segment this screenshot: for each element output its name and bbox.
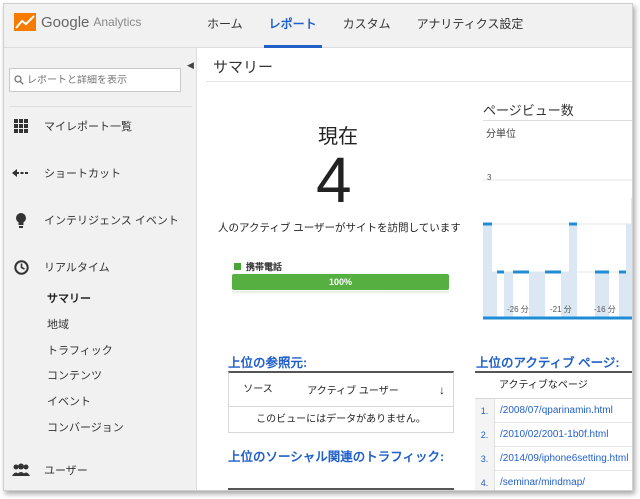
referrals-header: ソース アクティブ ユーザー ↓ <box>229 373 453 407</box>
col-active-page[interactable]: アクティブなページ <box>475 373 632 399</box>
pageviews-chart[interactable]: 3 2 1 -26 分 -21 分 -16 分 <box>483 168 632 328</box>
pageviews-title: ページビュー数 <box>483 103 574 118</box>
google-analytics-logo[interactable]: Google Analytics <box>14 13 141 31</box>
sidebar-item-intelligence[interactable]: インテリジェンス イベント <box>4 208 196 232</box>
app-window: Google Analytics ホーム レポート カスタム アナリティクス設定… <box>3 3 633 491</box>
active-users-description: 人のアクティブ ユーザーがサイトを訪問しています <box>218 222 461 234</box>
main-content: サマリー 現在 4 人のアクティブ ユーザーがサイトを訪問しています 携帯電話 … <box>198 48 632 490</box>
search-input[interactable] <box>27 74 177 86</box>
sidebar-item-label: ユーザー <box>44 465 88 477</box>
x-tick-21: -21 分 <box>550 305 572 314</box>
grid-icon <box>12 118 30 134</box>
social-table-rule <box>228 488 454 490</box>
device-percent-bar[interactable]: 100% <box>232 274 449 290</box>
main-nav: ホーム レポート カスタム アナリティクス設定 <box>194 4 536 48</box>
sidebar-sub-conversions[interactable]: コンバージョン <box>47 419 124 437</box>
sidebar: ◀ マイレポート一覧 ショートカット インテリジェンス イベント <box>4 48 197 490</box>
col-active-users[interactable]: アクティブ ユーザー <box>275 382 431 397</box>
title-divider <box>206 81 632 82</box>
sidebar-divider <box>9 106 192 107</box>
x-tick-16: -16 分 <box>594 305 616 314</box>
row-number: 1. <box>475 398 495 423</box>
sidebar-item-shortcuts[interactable]: ショートカット <box>4 161 196 185</box>
lightbulb-icon <box>12 212 30 228</box>
sidebar-sub-traffic[interactable]: トラフィック <box>47 342 113 360</box>
nav-reports[interactable]: レポート <box>256 4 330 48</box>
pageviews-area <box>483 198 632 318</box>
social-title: 上位のソーシャル関連のトラフィック: <box>228 450 445 464</box>
analytics-logo-icon <box>14 13 36 31</box>
logo-text-google: Google <box>41 13 90 31</box>
search-icon <box>14 75 24 85</box>
sidebar-sub-events[interactable]: イベント <box>47 393 91 411</box>
table-row: 2. /2010/02/2001-1b0f.html <box>475 422 632 447</box>
sidebar-sub-content[interactable]: コンテンツ <box>47 367 102 385</box>
page-title: サマリー <box>213 59 274 76</box>
sidebar-item-my-reports[interactable]: マイレポート一覧 <box>4 114 196 138</box>
sort-arrow-icon[interactable]: ↓ <box>431 383 453 397</box>
referrals-title: 上位の参照元: <box>228 356 308 370</box>
table-row: 1. /2008/07/qparinamin.html <box>475 398 632 423</box>
device-legend: 携帯電話 <box>234 260 282 273</box>
sidebar-item-label: マイレポート一覧 <box>44 121 132 133</box>
users-icon <box>12 462 30 478</box>
table-row: 4. /seminar/mindmap/ <box>475 470 632 490</box>
row-number: 3. <box>475 446 495 471</box>
row-number: 4. <box>475 470 495 490</box>
table-row: 3. /2014/09/iphone6setting.html <box>475 446 632 471</box>
row-number: 2. <box>475 422 495 447</box>
logo-text-analytics: Analytics <box>93 15 142 29</box>
sidebar-item-users[interactable]: ユーザー <box>4 458 196 482</box>
nav-home[interactable]: ホーム <box>194 4 256 48</box>
collapse-sidebar-icon[interactable]: ◀ <box>184 54 197 76</box>
legend-swatch <box>234 263 241 270</box>
col-source[interactable]: ソース <box>229 384 275 395</box>
nav-custom[interactable]: カスタム <box>330 4 404 48</box>
nav-admin[interactable]: アナリティクス設定 <box>404 4 537 48</box>
sidebar-item-label: インテリジェンス イベント <box>44 215 179 227</box>
empty-message: このビューにはデータがありません。 <box>256 414 426 425</box>
sidebar-item-label: ショートカット <box>44 168 121 180</box>
page-link[interactable]: /2010/02/2001-1b0f.html <box>495 429 608 440</box>
active-pages-table: アクティブなページ 1. /2008/07/qparinamin.html 2.… <box>475 371 632 490</box>
clock-icon <box>12 259 30 275</box>
report-search[interactable] <box>9 68 181 92</box>
sidebar-sub-locations[interactable]: 地域 <box>47 316 69 334</box>
page-link[interactable]: /2014/09/iphone6setting.html <box>495 453 628 464</box>
pageviews-divider <box>483 120 632 121</box>
pageviews-subtitle: 分単位 <box>486 129 516 140</box>
page-link[interactable]: /seminar/mindmap/ <box>495 477 585 488</box>
device-label: 携帯電話 <box>246 262 283 272</box>
y-tick-3: 3 <box>487 173 492 182</box>
active-users-count: 4 <box>316 144 352 216</box>
x-tick-26: -26 分 <box>507 305 529 314</box>
device-bar-shadow <box>232 291 449 294</box>
referrals-table: ソース アクティブ ユーザー ↓ このビューにはデータがありません。 <box>228 371 454 433</box>
shortcut-arrow-icon <box>12 165 30 181</box>
active-pages-title: 上位のアクティブ ページ: <box>476 356 620 370</box>
page-link[interactable]: /2008/07/qparinamin.html <box>495 405 613 416</box>
top-bar: Google Analytics ホーム レポート カスタム アナリティクス設定 <box>4 4 632 48</box>
sidebar-item-realtime[interactable]: リアルタイム <box>4 255 196 279</box>
sidebar-item-label: リアルタイム <box>44 262 110 274</box>
sidebar-sub-summary[interactable]: サマリー <box>47 290 91 308</box>
